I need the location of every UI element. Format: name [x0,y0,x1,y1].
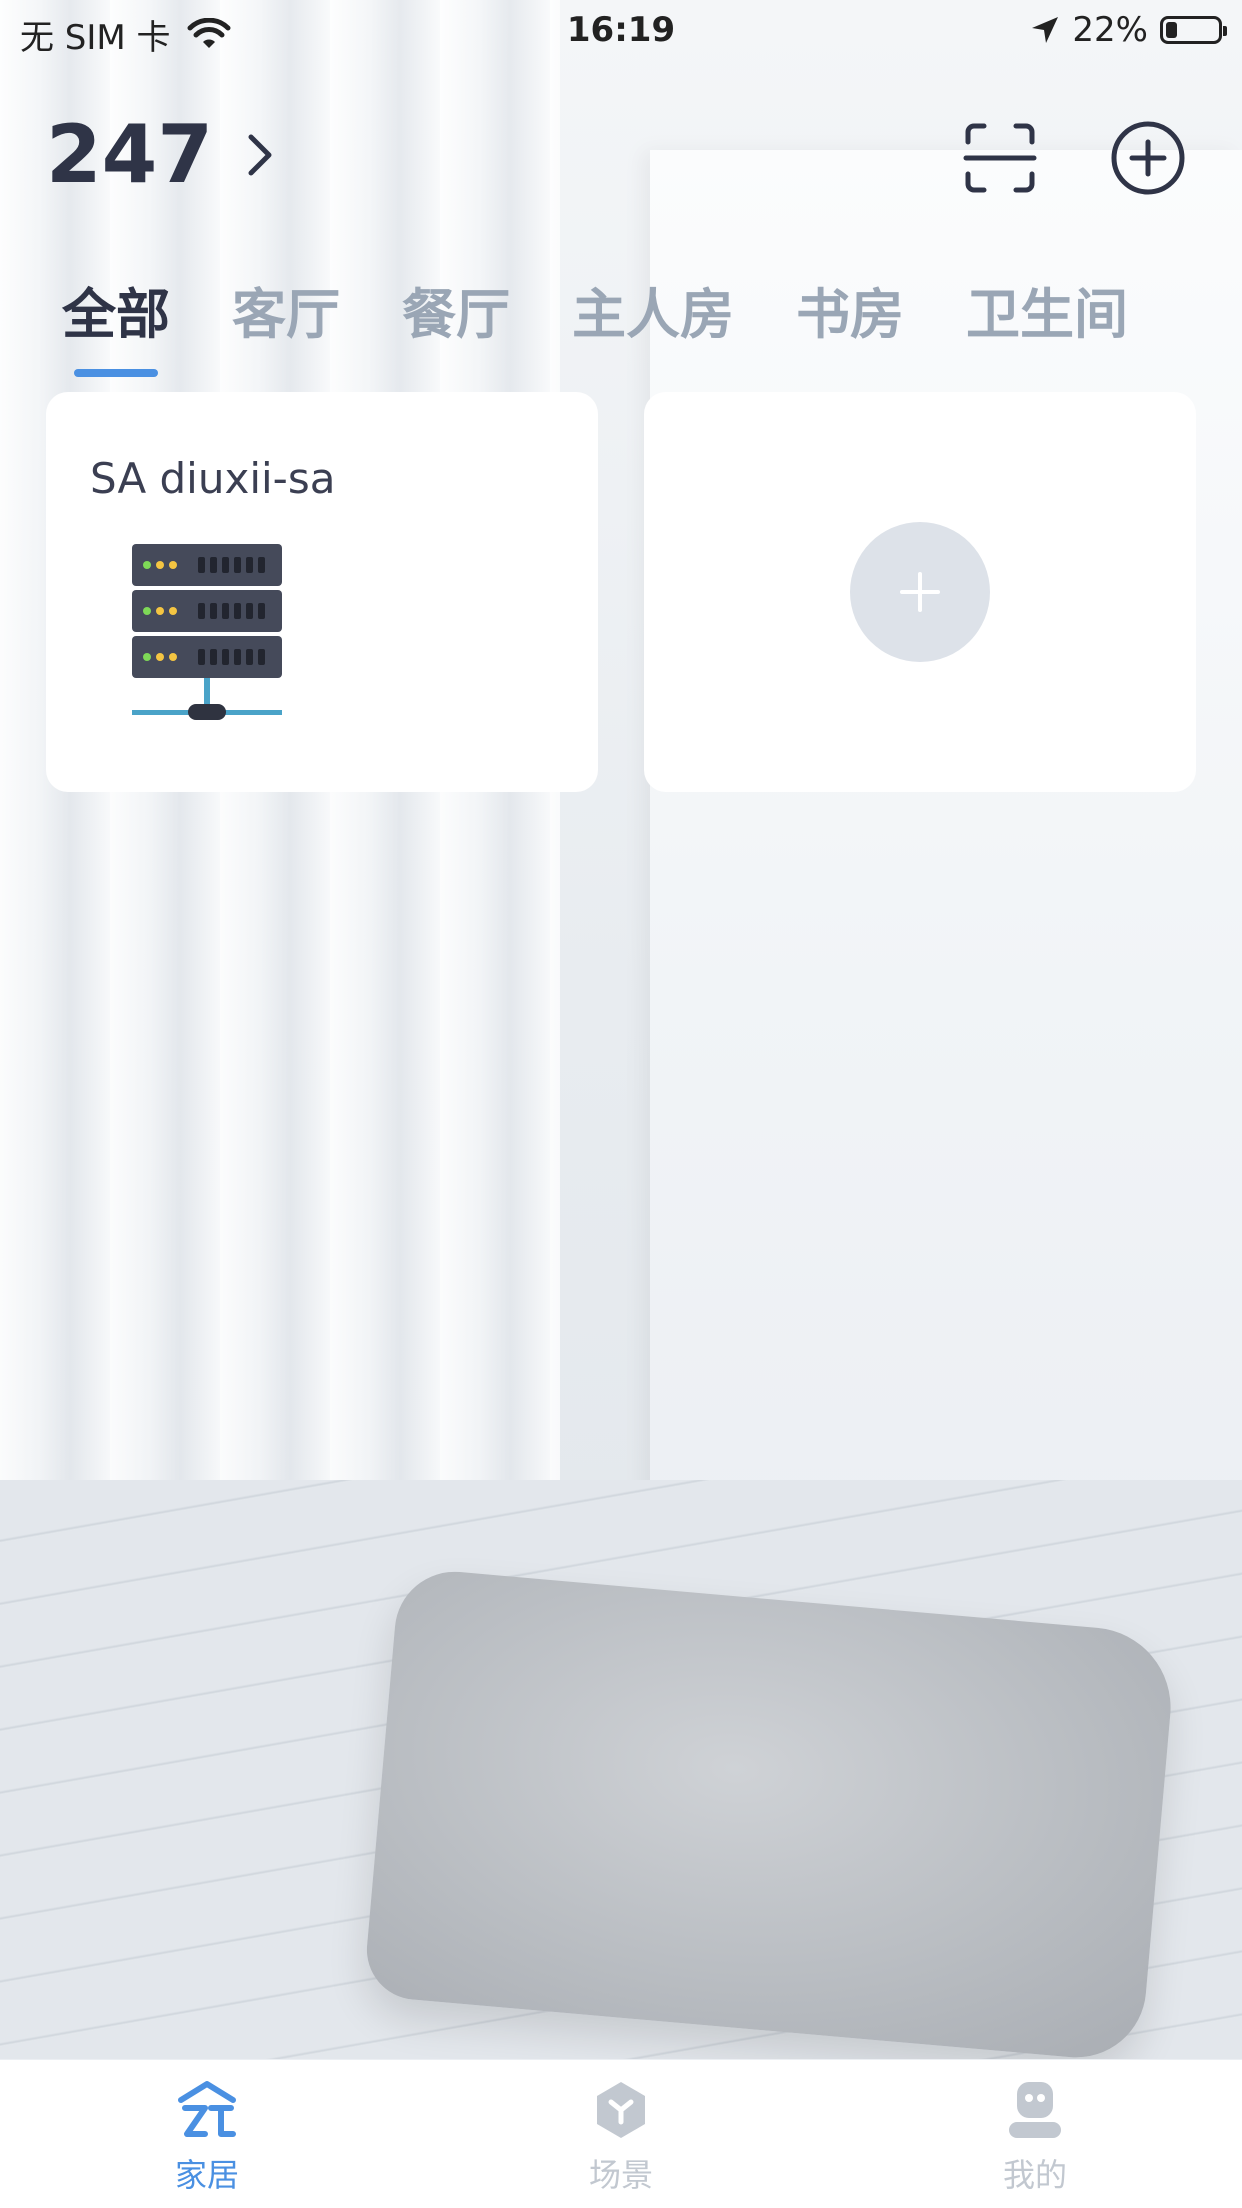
home-selector[interactable]: 247 [46,108,281,201]
plus-icon-vertical [918,572,922,612]
tab-label: 餐厅 [402,283,510,346]
battery-percent: 22% [1072,10,1148,50]
profile-icon [1009,2082,1061,2138]
add-device-button[interactable] [850,522,990,662]
room-tabs: 全部 客厅 餐厅 主人房 书房 卫生间 [62,270,1128,377]
battery-icon [1160,16,1227,44]
tab-label: 卫生间 [966,283,1128,346]
tab-living-room[interactable]: 客厅 [232,270,340,349]
nav-profile[interactable]: 我的 [828,2060,1242,2208]
scan-icon[interactable] [962,120,1038,196]
tab-all[interactable]: 全部 [62,270,170,377]
active-tab-indicator [74,369,158,377]
nav-label: 我的 [1002,2156,1067,2194]
bottom-nav: 家居 场景 我的 [0,2059,1242,2208]
status-right: 22% [1030,10,1227,50]
scene-icon [597,2082,645,2138]
battery-level [1166,22,1177,38]
nav-home[interactable]: 家居 [0,2060,414,2208]
device-name: SA diuxii-sa [90,454,336,503]
chevron-right-icon [248,134,272,175]
tab-label: 全部 [62,283,170,346]
nav-scene[interactable]: 场景 [414,2060,828,2208]
pillow-decoration [362,1566,1178,2064]
device-card[interactable]: SA diuxii-sa [46,392,598,792]
nav-label: 场景 [588,2156,653,2194]
add-circle-icon[interactable] [1110,120,1186,196]
status-bar: 无 SIM 卡 16:19 22% [0,0,1242,60]
tab-label: 书房 [796,283,904,346]
home-icon [178,2081,236,2137]
tab-study[interactable]: 书房 [796,270,904,349]
tab-label: 主人房 [572,283,734,346]
home-name: 247 [46,108,213,201]
server-rack-icon [132,544,282,720]
curtain-decoration [0,0,560,1640]
tab-dining-room[interactable]: 餐厅 [402,270,510,349]
tab-label: 客厅 [232,283,340,346]
location-arrow-icon [1032,17,1059,43]
add-device-card[interactable] [644,392,1196,792]
tab-master-bedroom[interactable]: 主人房 [572,270,734,349]
nav-label: 家居 [174,2156,239,2194]
tab-bathroom[interactable]: 卫生间 [966,270,1128,349]
board-decoration [650,150,1242,1550]
